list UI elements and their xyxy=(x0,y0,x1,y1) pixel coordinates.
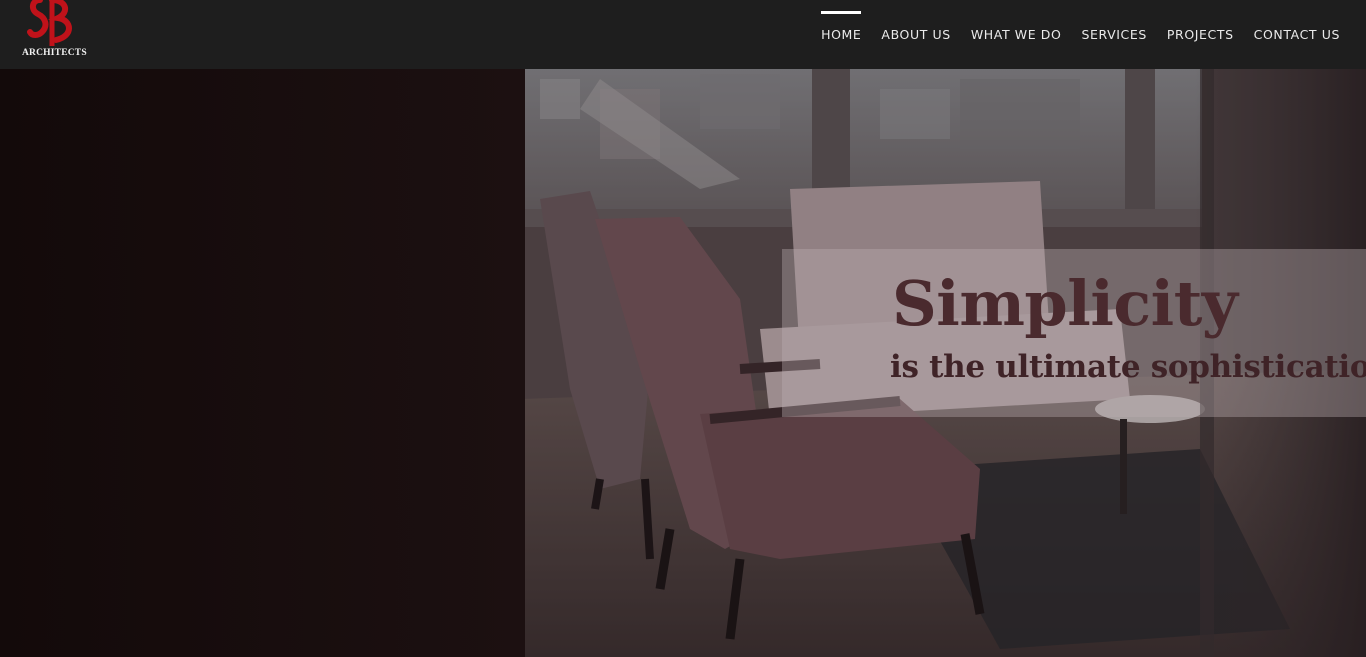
nav-what-we-do[interactable]: WHAT WE DO xyxy=(961,0,1072,69)
nav-home[interactable]: HOME xyxy=(811,0,871,69)
hero-headline: Simplicity xyxy=(892,267,1238,340)
nav-services[interactable]: SERVICES xyxy=(1071,0,1156,69)
hero-video-banner: Simplicity is the ultimate sophisticatio… xyxy=(0,69,1366,657)
tagline-overlay: Simplicity is the ultimate sophisticatio… xyxy=(782,249,1366,417)
nav-projects[interactable]: PROJECTS xyxy=(1157,0,1244,69)
nav-contact-us[interactable]: CONTACT US xyxy=(1244,0,1350,69)
logo[interactable]: ARCHITECTS xyxy=(20,0,87,62)
logo-mark-icon xyxy=(27,0,72,46)
main-nav: HOME ABOUT US WHAT WE DO SERVICES PROJEC… xyxy=(811,0,1350,69)
hero-subheadline: is the ultimate sophistication xyxy=(890,349,1366,385)
logo-text: ARCHITECTS xyxy=(22,48,87,58)
nav-about-us[interactable]: ABOUT US xyxy=(871,0,960,69)
site-header: ARCHITECTS HOME ABOUT US WHAT WE DO SERV… xyxy=(0,0,1366,69)
